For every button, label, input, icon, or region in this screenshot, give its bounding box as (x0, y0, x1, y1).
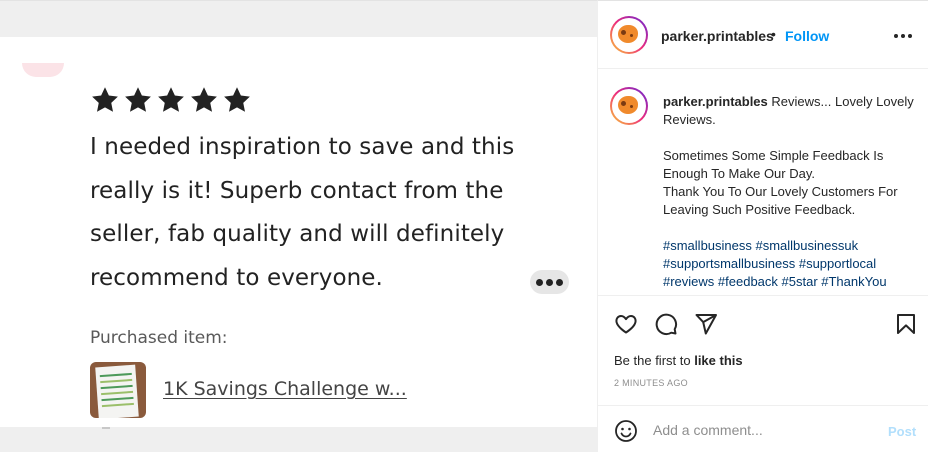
post-comment-button[interactable]: Post (888, 424, 916, 439)
caption-avatar[interactable] (610, 87, 648, 125)
share-icon[interactable] (694, 312, 718, 336)
follow-button[interactable]: Follow (785, 28, 829, 44)
post-header: parker.printables • Follow (598, 1, 928, 69)
like-this-link[interactable]: like this (694, 353, 742, 368)
more-icon (530, 270, 569, 294)
product-title-link: 1K Savings Challenge w... (163, 378, 407, 400)
product-thumbnail (90, 362, 146, 418)
avatar[interactable] (610, 16, 648, 54)
post-side-panel: parker.printables • Follow parker.printa… (597, 0, 928, 452)
header-username[interactable]: parker.printables (661, 28, 774, 44)
more-options-icon[interactable] (894, 34, 912, 38)
comment-bar: Post (598, 405, 928, 452)
star-icon (123, 85, 153, 115)
star-icon (222, 85, 252, 115)
star-icon (156, 85, 186, 115)
reviewer-avatar (22, 63, 64, 77)
review-text: I needed inspiration to save and this re… (90, 134, 515, 291)
post-media[interactable]: I needed inspiration to save and this re… (0, 0, 597, 452)
bookmark-icon[interactable] (894, 312, 918, 336)
comment-icon[interactable] (654, 312, 678, 336)
post-timestamp[interactable]: 2 MINUTES AGO (614, 378, 688, 388)
star-icon (189, 85, 219, 115)
star-rating (90, 85, 252, 115)
comment-input[interactable] (653, 420, 873, 440)
star-icon (90, 85, 120, 115)
caption-username[interactable]: parker.printables (663, 94, 768, 109)
caption-line: Sometimes Some Simple Feedback Is Enough… (663, 148, 884, 181)
likes-prefix: Be the first to (614, 353, 695, 368)
caption: parker.printables Reviews... Lovely Love… (663, 93, 918, 291)
hashtags[interactable]: #smallbusiness #smallbusinessuk #support… (663, 237, 918, 291)
purchased-item-label: Purchased item: (90, 328, 228, 348)
likes-summary: Be the first to like this (614, 353, 743, 368)
emoji-icon[interactable] (614, 419, 638, 443)
review-card: I needed inspiration to save and this re… (0, 37, 597, 427)
post-actions: Be the first to like this 2 MINUTES AGO (598, 295, 928, 405)
caption-section: parker.printables Reviews... Lovely Love… (598, 69, 928, 295)
separator-dot: • (771, 26, 776, 42)
heart-icon[interactable] (614, 312, 638, 336)
divider (102, 427, 110, 429)
caption-line: Thank You To Our Lovely Customers For Le… (663, 184, 898, 217)
